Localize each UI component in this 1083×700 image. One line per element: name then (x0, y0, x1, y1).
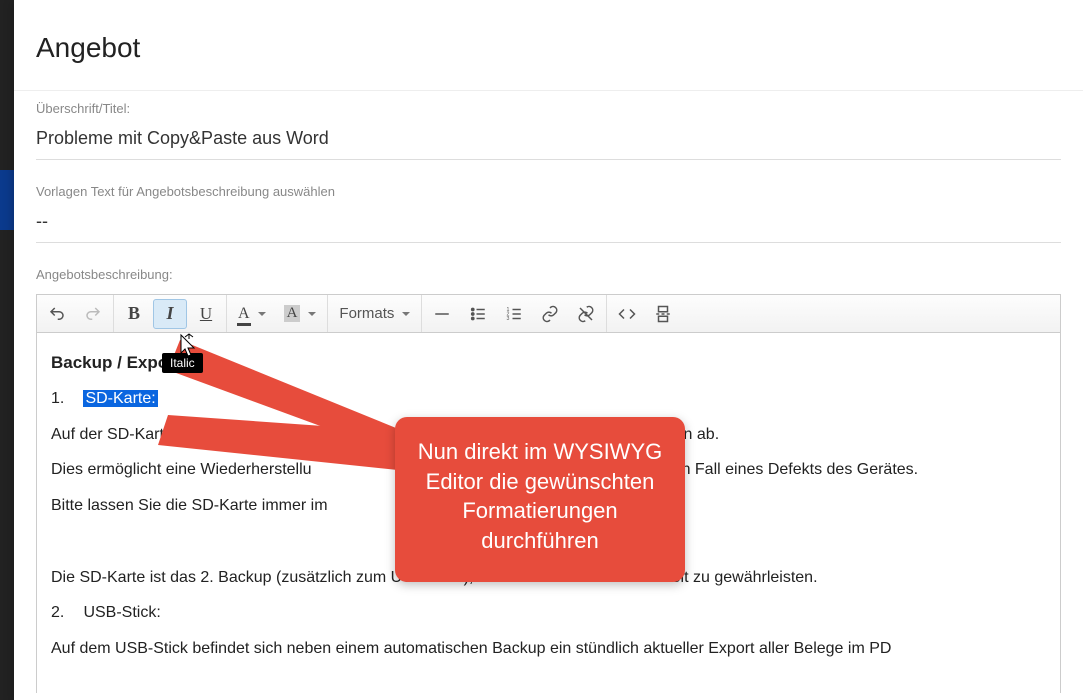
field-template-section: Vorlagen Text für Angebotsbeschreibung a… (14, 174, 1083, 257)
bg-color-icon: A (284, 305, 301, 322)
unlink-icon (577, 305, 595, 323)
field-template-label: Vorlagen Text für Angebotsbeschreibung a… (36, 184, 1061, 199)
callout-text: Nun direkt im WYSIWYG Editor die gewünsc… (418, 439, 662, 553)
number-list-icon: 123 (505, 305, 523, 323)
link-button[interactable] (533, 299, 567, 329)
chevron-down-icon (402, 312, 410, 316)
bold-button[interactable]: B (117, 299, 151, 329)
field-template-select[interactable]: -- (36, 205, 1061, 243)
text-color-button[interactable]: A (230, 299, 274, 329)
tb-group-history (37, 295, 114, 332)
bg-color-button[interactable]: A (276, 299, 325, 329)
text-color-icon: A (238, 305, 250, 323)
page-break-icon (654, 305, 672, 323)
hr-icon (433, 305, 451, 323)
list-number: 1. (51, 386, 79, 412)
tb-group-insert: 123 (422, 295, 607, 332)
undo-button[interactable] (40, 299, 74, 329)
tb-group-tools (607, 295, 683, 332)
field-template-value: -- (36, 205, 1061, 243)
tooltip-italic: Italic (162, 353, 203, 373)
italic-button[interactable]: I (153, 299, 187, 329)
number-list-button[interactable]: 123 (497, 299, 531, 329)
chevron-down-icon (308, 312, 316, 316)
formats-dropdown[interactable]: Formats (331, 299, 418, 329)
field-title-input[interactable] (36, 122, 1061, 160)
tb-group-format: B I U (114, 295, 227, 332)
field-title-section: Überschrift/Titel: (14, 91, 1083, 174)
page-break-button[interactable] (646, 299, 680, 329)
undo-icon (48, 305, 66, 323)
field-title-label: Überschrift/Titel: (36, 101, 1061, 116)
svg-text:3: 3 (507, 316, 510, 322)
text-fragment: Dies ermöglicht eine Wiederherstellu (51, 461, 312, 478)
modal-angebot: Angebot Überschrift/Titel: Vorlagen Text… (14, 0, 1083, 700)
tb-group-color: A A (227, 295, 328, 332)
chevron-down-icon (258, 312, 266, 316)
sidebar-accent (0, 170, 14, 230)
code-icon (618, 305, 636, 323)
source-code-button[interactable] (610, 299, 644, 329)
redo-icon (84, 305, 102, 323)
bullet-list-icon (469, 305, 487, 323)
link-icon (541, 305, 559, 323)
list-number: 2. (51, 600, 79, 626)
redo-button[interactable] (76, 299, 110, 329)
list-item: 1. SD-Karte: (51, 386, 1046, 412)
selected-text: SD-Karte: (83, 390, 157, 407)
modal-title: Angebot (36, 32, 1061, 64)
bullet-list-button[interactable] (461, 299, 495, 329)
bold-icon: B (128, 303, 140, 324)
unlink-button[interactable] (569, 299, 603, 329)
text-fragment: n Fall eines Defekts des Gerätes. (682, 461, 919, 478)
italic-icon: I (166, 303, 173, 324)
list-item: 2. USB-Stick: (51, 600, 1046, 626)
hr-button[interactable] (425, 299, 459, 329)
editor-toolbar: B I U A A (37, 295, 1060, 333)
underline-icon: U (200, 304, 212, 324)
paragraph: Auf dem USB-Stick befindet sich neben ei… (51, 636, 1046, 662)
formats-label: Formats (339, 305, 394, 322)
tb-group-formats: Formats (328, 295, 422, 332)
text-fragment: Auf der SD-Karte legt da (51, 426, 225, 443)
annotation-callout: Nun direkt im WYSIWYG Editor die gewünsc… (395, 417, 685, 582)
modal-header: Angebot (14, 0, 1083, 90)
field-desc-label: Angebotsbeschreibung: (36, 267, 1061, 282)
list-text: USB-Stick: (83, 604, 160, 621)
field-desc-section: Angebotsbeschreibung: (14, 257, 1083, 294)
underline-button[interactable]: U (189, 299, 223, 329)
